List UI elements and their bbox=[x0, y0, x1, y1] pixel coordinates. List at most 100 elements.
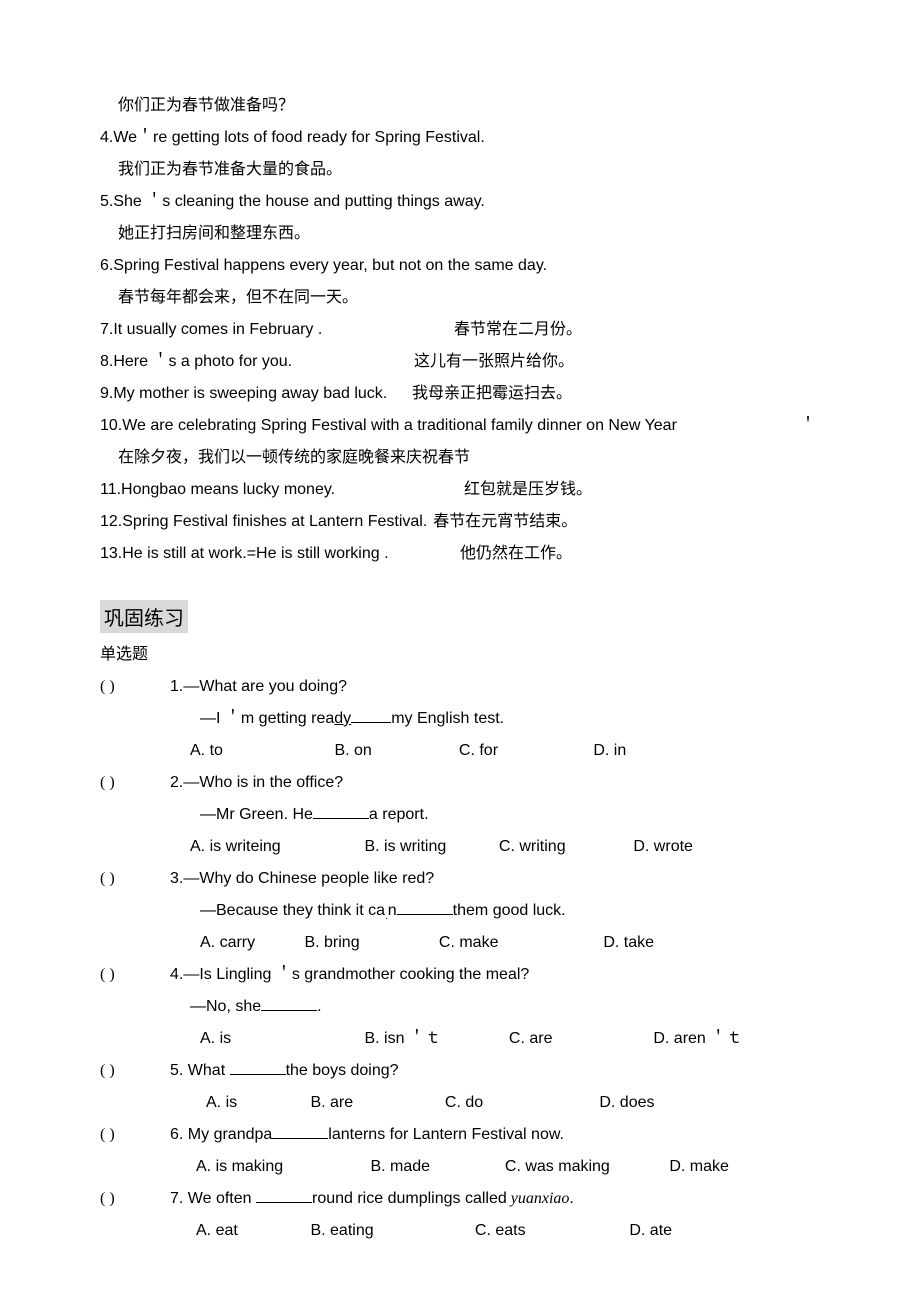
answer-bracket-1[interactable]: ( ) bbox=[100, 671, 170, 703]
sentence-10-cn: 在除夕夜，我们以一顿传统的家庭晚餐来庆祝春节 bbox=[100, 442, 820, 474]
question-6-stem: 6. My grandpalanterns for Lantern Festiv… bbox=[170, 1119, 820, 1151]
question-4-stem: 4.—Is Lingling ＇s grandmother cooking th… bbox=[170, 959, 820, 991]
answer-bracket-5[interactable]: ( ) bbox=[100, 1055, 170, 1087]
answer-bracket-6[interactable]: ( ) bbox=[100, 1119, 170, 1151]
option-4c[interactable]: C. are bbox=[509, 1023, 649, 1055]
blank-icon bbox=[397, 900, 453, 915]
option-4b[interactable]: B. isn ＇ｔ bbox=[364, 1023, 504, 1055]
blank-icon bbox=[261, 996, 317, 1011]
question-7-stem-pre: 7. We often bbox=[170, 1190, 256, 1207]
option-4a[interactable]: A. is bbox=[200, 1023, 360, 1055]
question-1-stem: 1.—What are you doing? bbox=[170, 671, 820, 703]
sentence-12: 12.Spring Festival finishes at Lantern F… bbox=[100, 506, 820, 538]
question-3-sub: —Because they think it ca.nthem good luc… bbox=[200, 895, 820, 927]
question-3-sub-pre: —Because they think it ca bbox=[200, 902, 385, 919]
question-2-sub-pre: —Mr Green. He bbox=[200, 806, 313, 823]
question-3-sub-post: them good luck. bbox=[453, 902, 566, 919]
question-2-sub: —Mr Green. Hea report. bbox=[200, 799, 820, 831]
option-7b[interactable]: B. eating bbox=[310, 1215, 470, 1247]
option-2a[interactable]: A. is writeing bbox=[190, 831, 360, 863]
answer-bracket-4[interactable]: ( ) bbox=[100, 959, 170, 991]
blank-icon bbox=[230, 1060, 286, 1075]
question-7-options: A. eat B. eating C. eats D. ate bbox=[196, 1215, 820, 1247]
sentence-13-cn: 他仍然在工作。 bbox=[460, 545, 572, 562]
sentence-12-en: 12.Spring Festival finishes at Lantern F… bbox=[100, 513, 427, 530]
question-6-options: A. is making B. made C. was making D. ma… bbox=[196, 1151, 820, 1183]
question-7-stem-dot: . bbox=[569, 1190, 573, 1207]
option-3a[interactable]: A. carry bbox=[200, 927, 300, 959]
question-3-stem: 3.—Why do Chinese people like red? bbox=[170, 863, 820, 895]
sentence-13-en: 13.He is still at work.=He is still work… bbox=[100, 538, 446, 570]
section-title: 巩固练习 bbox=[100, 600, 188, 633]
question-1-sub: —I ＇m getting ready my English test. bbox=[200, 703, 820, 735]
question-4: ( ) 4.—Is Lingling ＇s grandmother cookin… bbox=[100, 959, 820, 991]
blank-icon bbox=[272, 1124, 328, 1139]
sentence-7-cn: 春节常在二月份。 bbox=[454, 321, 582, 338]
blank-icon bbox=[256, 1188, 312, 1203]
blank-icon bbox=[313, 804, 369, 819]
option-1b[interactable]: B. on bbox=[334, 735, 454, 767]
blank-icon bbox=[351, 708, 391, 723]
option-1c[interactable]: C. for bbox=[459, 735, 589, 767]
option-7d[interactable]: D. ate bbox=[629, 1215, 672, 1247]
question-7-stem-post: round rice dumplings called bbox=[312, 1190, 507, 1207]
question-5-stem: 5. What the boys doing? bbox=[170, 1055, 820, 1087]
option-3b[interactable]: B. bring bbox=[304, 927, 434, 959]
answer-bracket-2[interactable]: ( ) bbox=[100, 767, 170, 799]
sentence-3-cn: 你们正为春节做准备吗？ bbox=[100, 90, 820, 122]
sentence-10-en-text: 10.We are celebrating Spring Festival wi… bbox=[100, 417, 677, 434]
question-1-sub-post: my English test. bbox=[391, 710, 504, 727]
option-5c[interactable]: C. do bbox=[445, 1087, 595, 1119]
option-5b[interactable]: B. are bbox=[310, 1087, 440, 1119]
question-1-sub-pre: —I ＇m getting rea bbox=[200, 710, 334, 727]
option-6c[interactable]: C. was making bbox=[505, 1151, 665, 1183]
answer-bracket-3[interactable]: ( ) bbox=[100, 863, 170, 895]
question-1-options: A. to B. on C. for D. in bbox=[190, 735, 820, 767]
question-6: ( ) 6. My grandpalanterns for Lantern Fe… bbox=[100, 1119, 820, 1151]
option-6b[interactable]: B. made bbox=[370, 1151, 500, 1183]
question-7: ( ) 7. We often round rice dumplings cal… bbox=[100, 1183, 820, 1215]
sentence-5-cn: 她正打扫房间和整理东西。 bbox=[100, 218, 820, 250]
question-7-stem-tail: yuanxiao bbox=[507, 1190, 570, 1207]
question-2: ( ) 2.—Who is in the office? bbox=[100, 767, 820, 799]
option-2b[interactable]: B. is writing bbox=[364, 831, 494, 863]
option-7a[interactable]: A. eat bbox=[196, 1215, 306, 1247]
option-3d[interactable]: D. take bbox=[603, 927, 654, 959]
question-4-sub: —No, she. bbox=[190, 991, 820, 1023]
question-4-options: A. is B. isn ＇ｔ C. are D. aren ＇ｔ bbox=[200, 1023, 820, 1055]
question-3: ( ) 3.—Why do Chinese people like red? bbox=[100, 863, 820, 895]
option-4d[interactable]: D. aren ＇ｔ bbox=[653, 1023, 742, 1055]
sentence-6-cn: 春节每年都会来，但不在同一天。 bbox=[100, 282, 820, 314]
option-7c[interactable]: C. eats bbox=[475, 1215, 625, 1247]
sentence-8-cn: 这儿有一张照片给你。 bbox=[414, 353, 574, 370]
question-5-options: A. is B. are C. do D. does bbox=[206, 1087, 820, 1119]
sentence-7-en: 7.It usually comes in February . bbox=[100, 314, 410, 346]
option-5a[interactable]: A. is bbox=[206, 1087, 306, 1119]
sentence-4-cn: 我们正为春节准备大量的食品。 bbox=[100, 154, 820, 186]
answer-bracket-7[interactable]: ( ) bbox=[100, 1183, 170, 1215]
option-5d[interactable]: D. does bbox=[599, 1087, 654, 1119]
option-2d[interactable]: D. wrote bbox=[633, 831, 693, 863]
question-7-stem: 7. We often round rice dumplings called … bbox=[170, 1183, 820, 1215]
sentence-9: 9.My mother is sweeping away bad luck. 我… bbox=[100, 378, 820, 410]
sentence-12-cn: 春节在元宵节结束。 bbox=[433, 513, 577, 530]
question-5: ( ) 5. What the boys doing? bbox=[100, 1055, 820, 1087]
option-2c[interactable]: C. writing bbox=[499, 831, 629, 863]
option-1a[interactable]: A. to bbox=[190, 735, 330, 767]
sentence-7: 7.It usually comes in February . 春节常在二月份… bbox=[100, 314, 820, 346]
option-6a[interactable]: A. is making bbox=[196, 1151, 366, 1183]
sentence-11-en: 11.Hongbao means lucky money. bbox=[100, 474, 450, 506]
option-1d[interactable]: D. in bbox=[593, 735, 626, 767]
sentence-8: 8.Here ＇s a photo for you. 这儿有一张照片给你。 bbox=[100, 346, 820, 378]
section-subtitle: 单选题 bbox=[100, 639, 820, 671]
sentence-10-en: 10.We are celebrating Spring Festival wi… bbox=[100, 410, 820, 442]
question-4-sub-pre: —No, she bbox=[190, 998, 261, 1015]
option-3c[interactable]: C. make bbox=[439, 927, 599, 959]
option-6d[interactable]: D. make bbox=[669, 1151, 729, 1183]
question-5-stem-pre: 5. What bbox=[170, 1062, 230, 1079]
question-1: ( ) 1.—What are you doing? bbox=[100, 671, 820, 703]
question-2-stem: 2.—Who is in the office? bbox=[170, 767, 820, 799]
question-1-sub-u: dy bbox=[334, 710, 351, 727]
sentence-11: 11.Hongbao means lucky money. 红包就是压岁钱。 bbox=[100, 474, 820, 506]
sentence-4-en: 4.We＇re getting lots of food ready for S… bbox=[100, 122, 820, 154]
